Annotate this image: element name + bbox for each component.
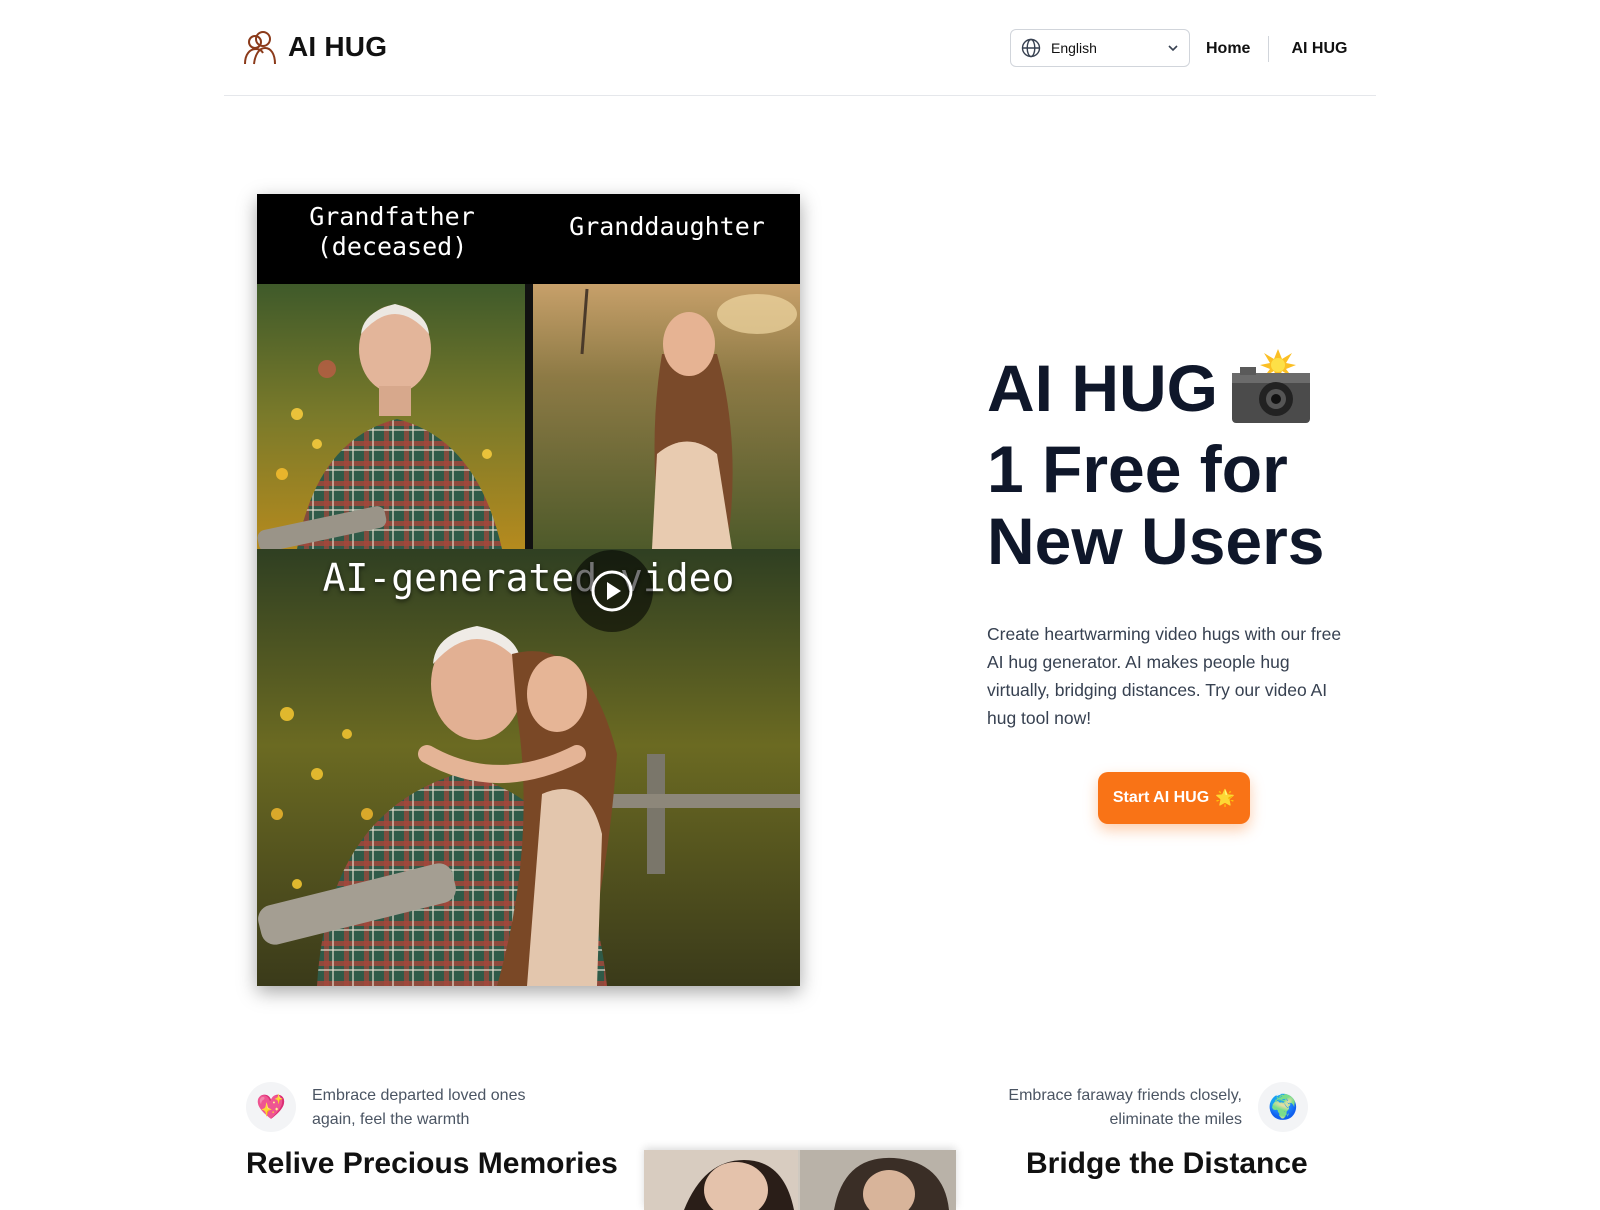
label-granddaughter: Granddaughter: [569, 212, 765, 241]
sparkling-heart-icon: 💖: [246, 1082, 296, 1132]
hero-description: Create heartwarming video hugs with our …: [987, 624, 1342, 728]
label-ai-generated: AI-generated video: [322, 556, 735, 600]
label-grandfather: Grandfather (deceased): [309, 202, 475, 261]
hero-title-line-2: 1 Free for: [987, 431, 1288, 506]
hero-title-line-1: AI HUG: [987, 351, 1218, 425]
chevron-down-icon: [1168, 45, 1178, 52]
hero-title-line-3: New Users: [987, 503, 1325, 578]
start-ai-hug-button[interactable]: Start AI HUG 🌟: [1098, 772, 1250, 824]
star-icon: 🌟: [1215, 790, 1236, 807]
hero-video-preview[interactable]: Grandfather (deceased) Granddaughter AI-…: [257, 194, 800, 986]
site-header: AI HUG English Home AI HUG: [224, 0, 1376, 96]
nav-ai-hug[interactable]: AI HUG: [1291, 40, 1347, 58]
nav-home[interactable]: Home: [1206, 40, 1250, 58]
main-nav: Home AI HUG: [1206, 36, 1347, 62]
brand-name: AI HUG: [288, 31, 388, 62]
globe-icon: 🌍: [1258, 1082, 1308, 1132]
hug-logo-icon: [244, 31, 276, 65]
feature-collage-image: [644, 1150, 956, 1210]
camera-flash-icon: [1232, 348, 1310, 423]
feature-distance-title: Bridge the Distance: [1026, 1147, 1308, 1180]
brand[interactable]: AI HUG: [242, 28, 387, 66]
feature-memories-title: Relive Precious Memories: [246, 1147, 618, 1180]
cta-label: Start AI HUG: [1112, 789, 1210, 806]
page: AI HUG English Home AI HUG Grandfather (…: [0, 0, 1600, 1210]
feature-memories-text: Embrace departed loved ones again, feel …: [312, 1087, 526, 1128]
feature-distance-text: Embrace faraway friends closely, elimina…: [1008, 1087, 1242, 1128]
nav-divider: [1268, 36, 1270, 62]
play-button[interactable]: [571, 550, 653, 632]
feature-preview-image: [644, 1150, 956, 1210]
hero-title: AI HUG 1 Free for New Users: [987, 348, 1367, 578]
globe-icon: [1021, 38, 1041, 58]
language-value: English: [1051, 40, 1097, 56]
play-icon: [591, 570, 633, 612]
language-select[interactable]: English: [1010, 29, 1190, 67]
